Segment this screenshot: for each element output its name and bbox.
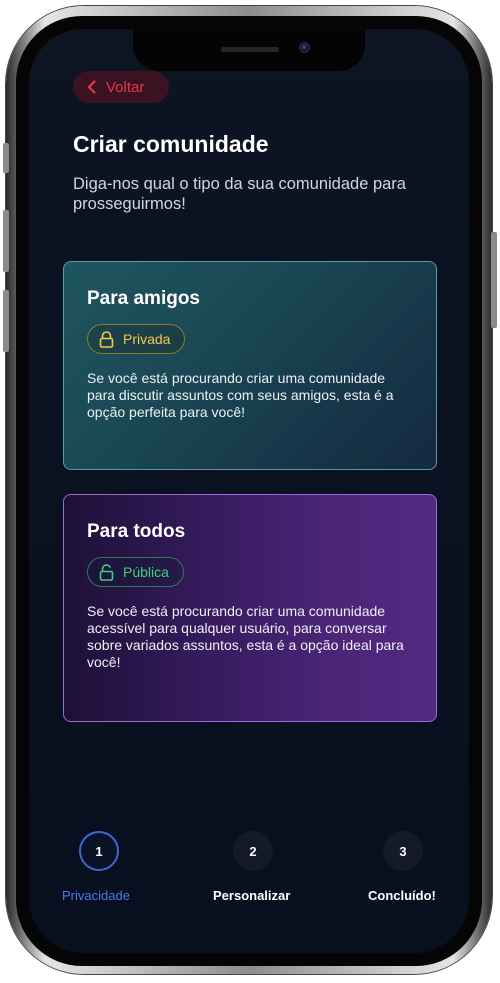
badge-label: Privada <box>123 331 171 347</box>
speaker-grille <box>221 47 279 52</box>
privacy-badge-private: Privada <box>87 324 186 354</box>
volume-down-button <box>3 290 9 352</box>
app-screen: Voltar Criar comunidade Diga-nos qual o … <box>29 29 469 953</box>
option-card-everyone[interactable]: Para todos Pública Se você está procuran… <box>63 494 437 722</box>
step-1-label: Privacidade <box>62 888 130 903</box>
option-card-friends[interactable]: Para amigos Privada Se você está procura… <box>63 261 437 470</box>
page-title: Criar comunidade <box>73 131 269 157</box>
unlock-icon <box>99 563 114 581</box>
notch <box>133 29 365 71</box>
option-description: Se você está procurando criar uma comuni… <box>87 603 404 670</box>
option-description: Se você está procurando criar uma comuni… <box>87 370 394 420</box>
step-3-indicator[interactable]: 3 <box>383 831 423 871</box>
page-subtitle: Diga-nos qual o tipo da sua comunidade p… <box>73 175 406 213</box>
step-3-label: Concluído! <box>368 888 436 903</box>
option-title: Para amigos <box>87 288 200 309</box>
back-button-label: Voltar <box>106 78 145 96</box>
chevron-left-icon <box>87 80 96 94</box>
step-number: 2 <box>249 843 257 859</box>
step-2-label: Personalizar <box>213 888 291 903</box>
step-1-indicator[interactable]: 1 <box>79 831 119 871</box>
step-2-indicator[interactable]: 2 <box>233 831 273 871</box>
step-number: 1 <box>95 843 103 859</box>
side-button <box>3 143 9 173</box>
lock-icon <box>99 330 114 348</box>
option-title: Para todos <box>87 521 186 542</box>
progress-stepper: 1 2 3 Privacidade Personalizar Concluído… <box>29 829 469 919</box>
badge-label: Pública <box>123 564 169 580</box>
volume-up-button <box>3 210 9 272</box>
power-button <box>491 232 497 328</box>
step-number: 3 <box>399 843 407 859</box>
back-button[interactable]: Voltar <box>73 71 169 103</box>
privacy-badge-public: Pública <box>87 557 184 587</box>
camera-icon <box>299 42 310 53</box>
